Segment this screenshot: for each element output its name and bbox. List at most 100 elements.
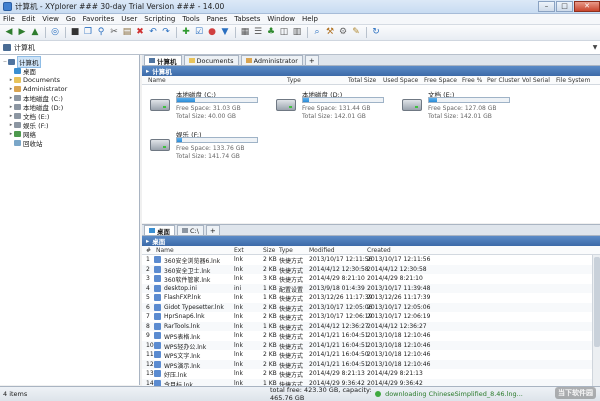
tab-administrator[interactable]: Administrator: [240, 55, 303, 65]
forward-icon[interactable]: ▶: [16, 27, 28, 39]
breadcrumb-location[interactable]: 桌面: [152, 236, 165, 246]
terminal-icon[interactable]: ■: [69, 27, 81, 39]
file-row[interactable]: 6 Gidot Typesetter.lnk lnk 2 KB 快捷方式 2013/10/…: [142, 302, 592, 313]
breadcrumb-location[interactable]: 计算机: [152, 66, 172, 76]
column-ext[interactable]: Ext: [234, 247, 244, 254]
drive-icon: [182, 228, 188, 233]
menu-help[interactable]: Help: [302, 15, 318, 23]
file-size: 2 KB: [263, 332, 277, 339]
color-icon[interactable]: ●: [206, 27, 218, 39]
menu-go[interactable]: Go: [66, 15, 76, 23]
scrollbar-thumb[interactable]: [594, 257, 600, 347]
column-type[interactable]: Type: [279, 247, 293, 254]
tab-computer[interactable]: 计算机: [144, 55, 182, 66]
file-row[interactable]: 9 WPS表格.lnk lnk 2 KB 快捷方式 2014/1/21 16:04:51 2…: [142, 331, 592, 341]
file-size: 2 KB: [263, 370, 277, 377]
file-row[interactable]: 1 360安全浏览器6.lnk lnk 2 KB 快捷方式 2013/10/17 12:1…: [142, 255, 592, 265]
breadcrumb[interactable]: ▸ 计算机: [142, 66, 600, 76]
column-file-system[interactable]: File System: [556, 77, 590, 84]
tools-icon[interactable]: ⚒: [324, 27, 336, 39]
undo-icon[interactable]: ↶: [147, 27, 159, 39]
menu-scripting[interactable]: Scripting: [144, 15, 175, 23]
status-bar: 4 items total free: 423.30 GB, capacity:…: [0, 386, 600, 401]
find-icon[interactable]: ⚲: [95, 27, 107, 39]
settings-icon[interactable]: ⚙: [337, 27, 349, 39]
back-icon[interactable]: ◀: [3, 27, 15, 39]
drive-icon: [14, 121, 21, 128]
panes-icon[interactable]: ◫: [278, 27, 290, 39]
file-row[interactable]: 3 360软件管家.lnk lnk 3 KB 快捷方式 2014/4/29 8:21:10…: [142, 274, 592, 284]
browse-icon[interactable]: ◎: [49, 27, 61, 39]
file-row[interactable]: 12 WPS演示.lnk lnk 2 KB 快捷方式 2014/1/21 16:04:51…: [142, 359, 592, 370]
column-name[interactable]: Name: [148, 77, 166, 84]
up-icon[interactable]: ▲: [29, 27, 41, 39]
checklist-icon[interactable]: ☑: [193, 27, 205, 39]
file-row[interactable]: 13 好压.lnk lnk 2 KB 快捷方式 2014/4/29 8:21:13 2014…: [142, 369, 592, 379]
menu-tools[interactable]: Tools: [182, 15, 199, 23]
tab-drive-c[interactable]: C:\: [177, 225, 204, 235]
column-used-space[interactable]: Used Space: [383, 77, 418, 84]
menu-panes[interactable]: Panes: [207, 15, 228, 23]
details-icon[interactable]: ▥: [291, 27, 303, 39]
address-input[interactable]: 计算机: [14, 43, 590, 53]
tab-desktop[interactable]: 桌面: [144, 225, 175, 236]
vertical-scrollbar[interactable]: [592, 255, 600, 386]
breadcrumb[interactable]: ▸ 桌面: [142, 236, 600, 246]
column-modified[interactable]: Modified: [309, 247, 335, 254]
add-tab-button[interactable]: +: [205, 225, 220, 235]
menu-window[interactable]: Window: [267, 15, 295, 23]
grid-icon[interactable]: ▦: [239, 27, 251, 39]
file-row[interactable]: 4 desktop.ini ini 1 KB 配置设置 2013/9/18 01:4:39…: [142, 283, 592, 294]
menu-favorites[interactable]: Favorites: [83, 15, 115, 23]
tree-item-desktop[interactable]: 桌面: [8, 66, 36, 76]
column-total-size[interactable]: Total Size: [348, 77, 376, 84]
drive-tile-e[interactable]: 文档 (E:) Free Space: 127.08 GB Total Size…: [398, 89, 518, 129]
file-row[interactable]: 5 FlashFXP.lnk lnk 1 KB 快捷方式 2013/12/26 11:17…: [142, 293, 592, 303]
file-n: 3: [146, 275, 150, 282]
column-vol-serial[interactable]: Vol Serial: [522, 77, 550, 84]
maximize-button[interactable]: □: [556, 0, 573, 12]
zoom-icon[interactable]: ⌕: [311, 27, 323, 39]
title-bar: 计算机 - XYplorer ### 30-day Trial Version …: [0, 0, 600, 14]
delete-icon[interactable]: ✖: [134, 27, 146, 39]
new-icon[interactable]: ✚: [180, 27, 192, 39]
refresh-icon[interactable]: ↻: [370, 27, 382, 39]
minimize-button[interactable]: –: [538, 0, 555, 12]
menu-tabsets[interactable]: Tabsets: [234, 15, 260, 23]
drive-tile-f[interactable]: 娱乐 (F:) Free Space: 133.76 GB Total Size…: [146, 129, 266, 169]
filter-icon[interactable]: ▼: [219, 27, 231, 39]
column-per-cluster[interactable]: Per Cluster: [487, 77, 520, 84]
broom-icon[interactable]: ✎: [350, 27, 362, 39]
file-row[interactable]: 2 360安全卫士.lnk lnk 2 KB 快捷方式 2014/4/12 12:30:5…: [142, 264, 592, 275]
menu-edit[interactable]: Edit: [22, 15, 36, 23]
column-index[interactable]: #: [146, 247, 151, 254]
column-free-percent[interactable]: Free %: [462, 77, 482, 84]
tree-item-documents[interactable]: ▸ Documents: [8, 75, 60, 84]
column-created[interactable]: Created: [367, 247, 391, 254]
add-tab-button[interactable]: +: [304, 55, 319, 65]
menu-view[interactable]: View: [42, 15, 59, 23]
copy-icon[interactable]: ❐: [82, 27, 94, 39]
drive-tile-d[interactable]: 本地磁盘 (D:) Free Space: 131.44 GB Total Si…: [272, 89, 392, 129]
menu-user[interactable]: User: [121, 15, 137, 23]
file-row[interactable]: 7 HprSnap6.lnk lnk 2 KB 快捷方式 2013/10/17 12:06…: [142, 312, 592, 322]
tab-documents[interactable]: Documents: [183, 55, 239, 65]
column-name[interactable]: Name: [156, 247, 174, 254]
file-row[interactable]: 8 RarTools.lnk lnk 1 KB 快捷方式 2014/4/12 12:36:…: [142, 321, 592, 332]
list-icon[interactable]: ☰: [252, 27, 264, 39]
scissors-icon[interactable]: ✂: [108, 27, 120, 39]
redo-icon[interactable]: ↷: [160, 27, 172, 39]
drive-tile-c[interactable]: 本地磁盘 (C:) Free Space: 31.03 GB Total Siz…: [146, 89, 266, 129]
address-bar[interactable]: 计算机 ▼: [0, 41, 600, 55]
tree-item-recycle-bin[interactable]: 回收站: [8, 138, 43, 148]
address-dropdown-icon[interactable]: ▼: [590, 44, 600, 51]
menu-file[interactable]: File: [3, 15, 15, 23]
file-row[interactable]: 11 WPS文字.lnk lnk 2 KB 快捷方式 2014/1/21 16:04:50…: [142, 350, 592, 360]
paste-icon[interactable]: ▤: [121, 27, 133, 39]
column-type[interactable]: Type: [287, 77, 301, 84]
column-size[interactable]: Size: [263, 247, 275, 254]
column-free-space[interactable]: Free Space: [424, 77, 457, 84]
tree-icon[interactable]: ♣: [265, 27, 277, 39]
file-row[interactable]: 10 WPS轻办公.lnk lnk 2 KB 快捷方式 2014/1/21 16:04:5…: [142, 340, 592, 351]
close-button[interactable]: ✕: [574, 0, 600, 12]
